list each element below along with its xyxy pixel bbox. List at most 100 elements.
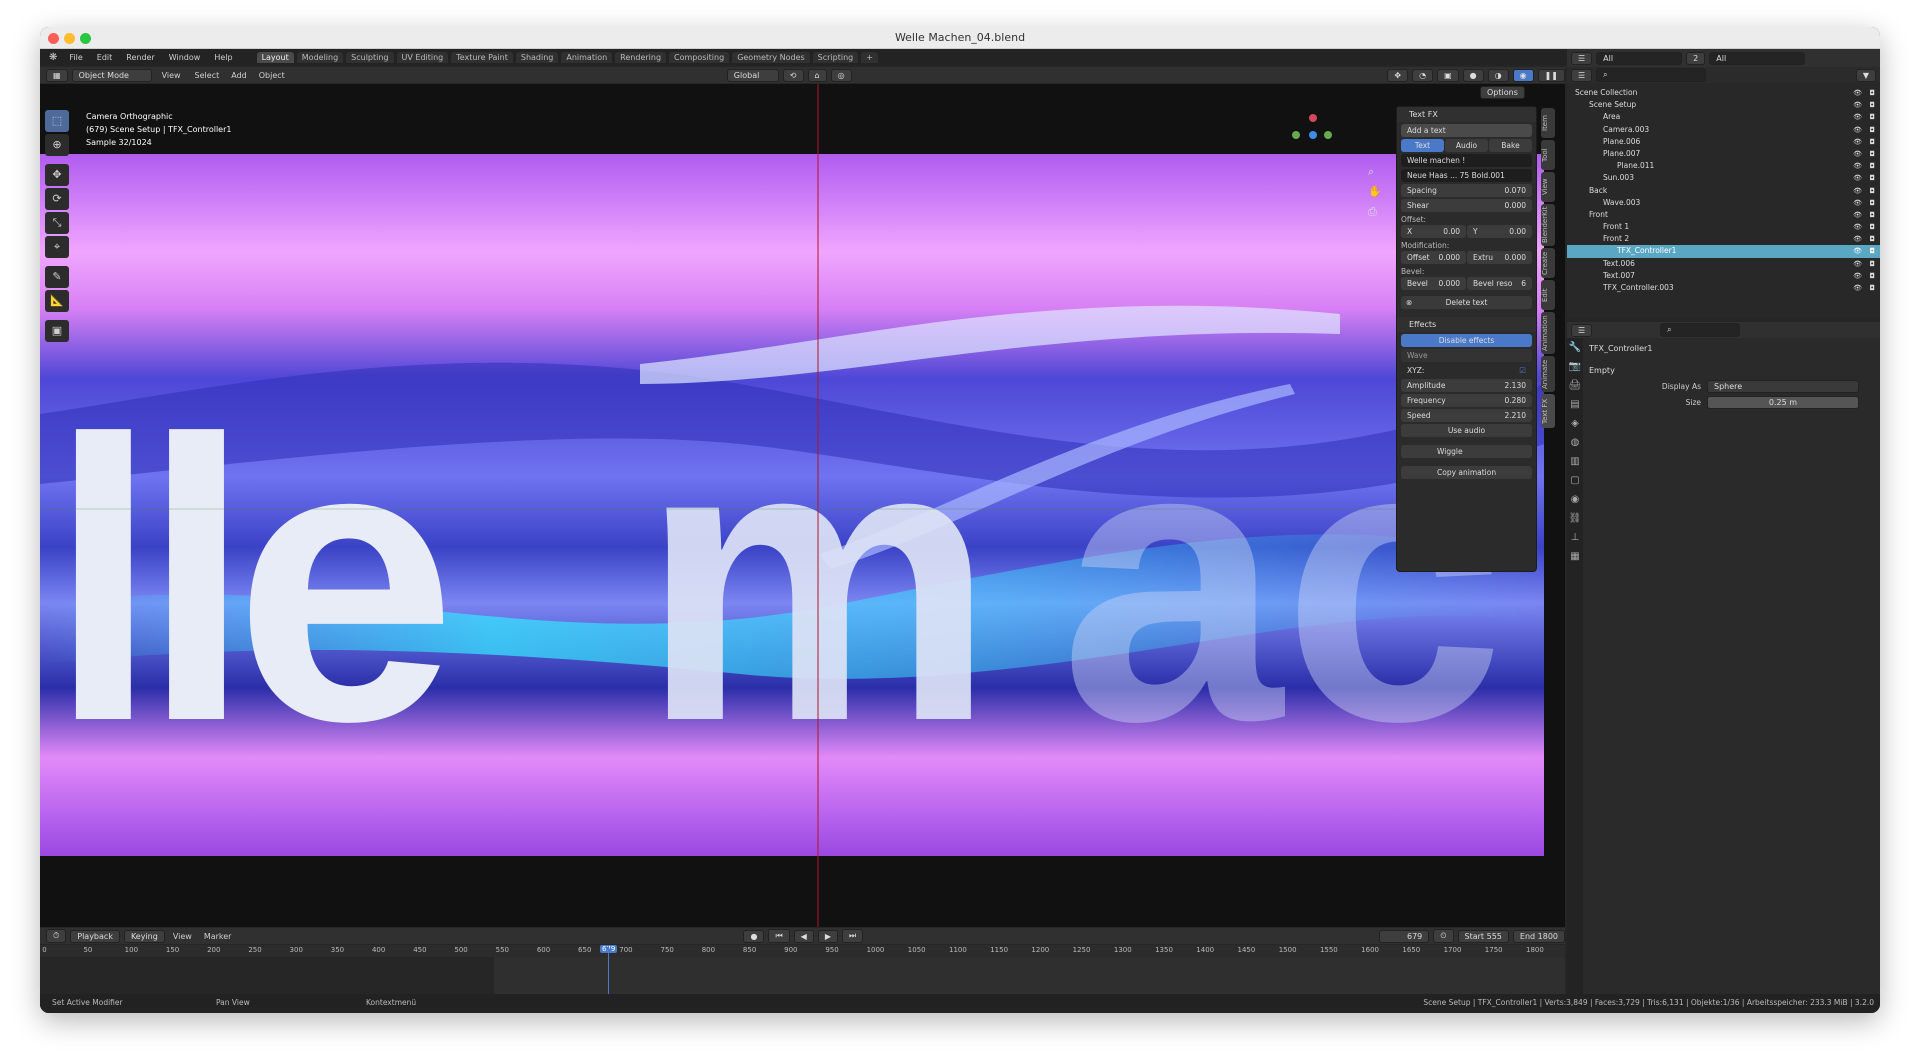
visibility-eye-icon[interactable]: 👁 xyxy=(1853,87,1862,99)
measure-tool-icon[interactable]: 📐 xyxy=(45,290,69,312)
shading-material-icon[interactable]: ◑ xyxy=(1487,68,1509,82)
record-icon[interactable]: ● xyxy=(743,929,765,943)
minimize-window-icon[interactable] xyxy=(64,33,75,44)
tab-animation[interactable]: Animation xyxy=(561,51,613,63)
visibility-eye-icon[interactable]: 👁 xyxy=(1853,258,1862,270)
pivot-icon[interactable]: ⟲ xyxy=(782,68,804,82)
scale-tool-icon[interactable]: ⤡ xyxy=(45,212,69,234)
copy-animation-header[interactable]: Copy animation xyxy=(1401,466,1532,479)
wiggle-header[interactable]: Wiggle xyxy=(1401,445,1532,458)
select-tool-icon[interactable]: ⬚ xyxy=(45,110,69,132)
visibility-eye-icon[interactable]: 👁 xyxy=(1853,270,1862,282)
tool-tab-icon[interactable]: 🔧 xyxy=(1567,338,1583,357)
timeline-ruler[interactable]: 0 50 100 150 200 250 300 350 400 450 500 550 600 650 7… xyxy=(40,945,1565,957)
mod-offset-field[interactable]: Offset 0.000 xyxy=(1401,251,1466,264)
font-selector[interactable]: Neue Haas ... 75 Bold.001 xyxy=(1401,169,1532,182)
outliner-row[interactable]: TFX_Controller1 👁 ◘ xyxy=(1567,245,1880,258)
outliner-row[interactable]: Plane.007 👁 ◘ xyxy=(1567,148,1880,160)
sidetab-animation[interactable]: Animation xyxy=(1541,312,1555,354)
overlay-icon[interactable]: ◔ xyxy=(1412,68,1434,82)
visibility-eye-icon[interactable]: 👁 xyxy=(1853,245,1862,257)
transform-tool-icon[interactable]: ⌖ xyxy=(45,236,69,258)
render-camera-icon[interactable]: ◘ xyxy=(1869,258,1875,270)
playhead[interactable] xyxy=(607,945,609,997)
rotate-tool-icon[interactable]: ⟳ xyxy=(45,188,69,210)
outliner-row[interactable]: Back 👁 ◘ xyxy=(1567,185,1880,197)
menu-file[interactable]: File xyxy=(63,53,88,62)
sidetab-animate[interactable]: Animate xyxy=(1541,356,1555,392)
use-audio-button[interactable]: Use audio xyxy=(1401,424,1532,437)
jump-end-icon[interactable]: ⏭ xyxy=(841,929,864,943)
display-mode-icon[interactable]: ☰ xyxy=(1571,68,1593,82)
visibility-eye-icon[interactable]: 👁 xyxy=(1853,99,1862,111)
tab-modeling[interactable]: Modeling xyxy=(296,51,344,63)
effects-title[interactable]: Effects xyxy=(1397,317,1536,332)
physics-tab-icon[interactable]: ◉ xyxy=(1567,490,1583,509)
end-frame-field[interactable]: End 1800 xyxy=(1512,929,1565,943)
render-camera-icon[interactable]: ◘ xyxy=(1869,209,1875,221)
gizmo-y-icon[interactable] xyxy=(1292,131,1300,139)
render-tab-icon[interactable]: 📷 xyxy=(1567,357,1583,376)
disable-effects-button[interactable]: Disable effects xyxy=(1401,334,1532,347)
delete-text-button[interactable]: ⊗ Delete text xyxy=(1401,296,1532,309)
tab-rendering[interactable]: Rendering xyxy=(615,51,667,63)
spacing-field[interactable]: Spacing 0.070 xyxy=(1401,184,1532,197)
view-layer-tab-icon[interactable]: ▤ xyxy=(1567,395,1583,414)
visibility-eye-icon[interactable]: 👁 xyxy=(1853,136,1862,148)
outliner-row[interactable]: Camera.003 👁 ◘ xyxy=(1567,124,1880,136)
wave-header[interactable]: Wave xyxy=(1401,349,1532,362)
frequency-field[interactable]: Frequency 0.280 xyxy=(1401,394,1532,407)
render-camera-icon[interactable]: ◘ xyxy=(1869,221,1875,233)
tab-geometry-nodes[interactable]: Geometry Nodes xyxy=(732,51,810,63)
jump-start-icon[interactable]: ⏮ xyxy=(768,929,790,943)
render-camera-icon[interactable]: ◘ xyxy=(1869,172,1875,184)
tab-uv-editing[interactable]: UV Editing xyxy=(396,51,449,63)
menu-render[interactable]: Render xyxy=(120,53,160,62)
text-value-field[interactable]: Welle machen ! xyxy=(1401,154,1532,167)
render-camera-icon[interactable]: ◘ xyxy=(1869,160,1875,172)
outliner-row[interactable]: Wave.003 👁 ◘ xyxy=(1567,197,1880,209)
visibility-eye-icon[interactable]: 👁 xyxy=(1853,111,1862,123)
outliner-row[interactable]: Scene Collection 👁 ◘ xyxy=(1567,87,1880,99)
move-tool-icon[interactable]: ✥ xyxy=(45,164,69,186)
outliner-row[interactable]: Plane.011 👁 ◘ xyxy=(1567,160,1880,172)
empty-section-header[interactable]: Empty xyxy=(1589,366,1615,375)
mod-extru-field[interactable]: Extru 0.000 xyxy=(1467,251,1532,264)
constraint-tab-icon[interactable]: ⛓ xyxy=(1567,509,1583,528)
pause-render-icon[interactable]: ❚❚ xyxy=(1537,68,1565,82)
keying-dropdown[interactable]: Keying xyxy=(123,929,165,943)
checkbox-z-icon[interactable]: ☑ xyxy=(1519,364,1526,377)
outliner-row[interactable]: Front 2 👁 ◘ xyxy=(1567,233,1880,245)
gizmo-icon[interactable]: ✥ xyxy=(1387,68,1409,82)
sidetab-blenderkit[interactable]: BlenderKit xyxy=(1541,204,1555,246)
shear-field[interactable]: Shear 0.000 xyxy=(1401,199,1532,212)
tab-scripting[interactable]: Scripting xyxy=(812,51,859,63)
texture-tab-icon[interactable]: ▦ xyxy=(1567,547,1583,566)
tab-bake[interactable]: Bake xyxy=(1489,139,1532,152)
render-camera-icon[interactable]: ◘ xyxy=(1869,185,1875,197)
pan-hand-icon[interactable]: ✋ xyxy=(1368,182,1382,202)
camera-view-icon[interactable]: ⎙ xyxy=(1368,202,1382,222)
proportional-icon[interactable]: ◎ xyxy=(830,68,852,82)
outliner-editor-icon[interactable]: ☰ xyxy=(1571,51,1593,65)
tab-texture-paint[interactable]: Texture Paint xyxy=(451,51,513,63)
tab-compositing[interactable]: Compositing xyxy=(669,51,730,63)
menu-object[interactable]: Object xyxy=(255,71,289,80)
outliner-filter-icon[interactable]: ▼ xyxy=(1855,68,1876,82)
outliner-row[interactable]: Text.007 👁 ◘ xyxy=(1567,270,1880,282)
scene-tab-icon[interactable]: ◈ xyxy=(1567,414,1583,433)
outliner-row[interactable]: Sun.003 👁 ◘ xyxy=(1567,172,1880,184)
render-camera-icon[interactable]: ◘ xyxy=(1869,124,1875,136)
size-field[interactable]: 0.25 m xyxy=(1707,396,1859,409)
mode-dropdown[interactable]: Object Mode xyxy=(71,68,152,82)
timeline-view-menu[interactable]: View xyxy=(169,932,196,941)
blender-logo-icon[interactable]: ❋ xyxy=(45,52,61,63)
outliner-row[interactable]: TFX_Controller.003 👁 ◘ xyxy=(1567,282,1880,294)
visibility-eye-icon[interactable]: 👁 xyxy=(1853,124,1862,136)
data-tab-icon[interactable]: ⊥ xyxy=(1567,528,1583,547)
visibility-eye-icon[interactable]: 👁 xyxy=(1853,172,1862,184)
outliner-row[interactable]: Plane.006 👁 ◘ xyxy=(1567,136,1880,148)
timeline-editor-icon[interactable]: ⏱ xyxy=(46,929,67,943)
outliner-row[interactable]: Area 👁 ◘ xyxy=(1567,111,1880,123)
gizmo-y-neg-icon[interactable] xyxy=(1324,131,1332,139)
